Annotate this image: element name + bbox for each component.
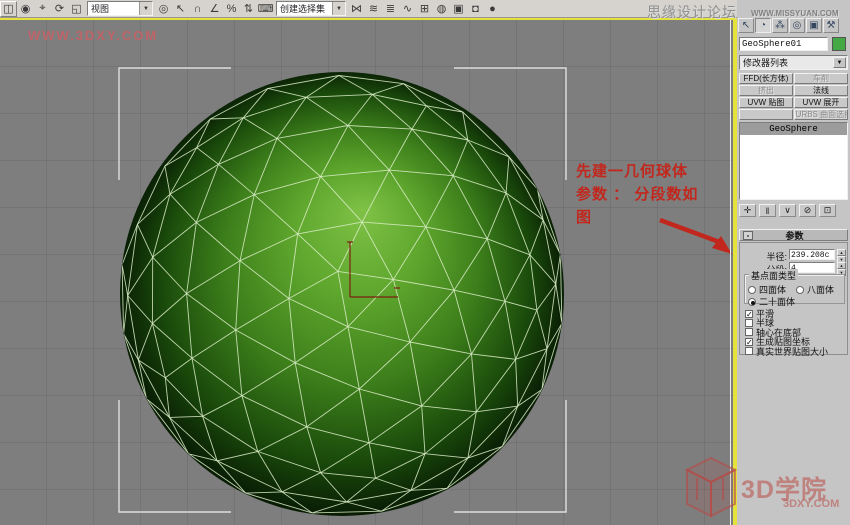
viewport-edge-highlight: [730, 20, 731, 525]
select-and-move-icon[interactable]: ⌖: [34, 1, 51, 17]
mirror-icon[interactable]: ⋈: [348, 1, 365, 17]
angle-snap-icon[interactable]: ∠: [206, 1, 223, 17]
radio-label: 八面体: [807, 285, 835, 295]
base-type-legend: 基点面类型: [749, 269, 799, 282]
select-and-scale-icon[interactable]: ◱: [68, 1, 85, 17]
modifier-list-label: 修改器列表: [743, 58, 789, 68]
schematic-view-icon[interactable]: ⊞: [416, 1, 433, 17]
parameters-rollout-header[interactable]: - 参数: [739, 229, 848, 241]
layer-manager-icon[interactable]: ≣: [382, 1, 399, 17]
object-color-swatch[interactable]: [832, 37, 846, 51]
select-and-manipulate-icon[interactable]: ↖: [172, 1, 189, 17]
stack-item[interactable]: GeoSphere: [740, 123, 847, 135]
select-and-rotate-icon[interactable]: ⟳: [51, 1, 68, 17]
modifier-set-button: NURBS 曲面选择: [794, 109, 848, 120]
object-name-field[interactable]: GeoSphere01: [739, 37, 828, 51]
stack-toolbar: ✛ ‖ ∨ ⊘ ⊡: [739, 203, 848, 218]
modifier-set-button: [739, 109, 793, 120]
snaps-cycle-icon[interactable]: ◉: [17, 1, 34, 17]
make-unique-icon[interactable]: ∨: [779, 204, 796, 217]
reference-coordinate-dropdown[interactable]: 视图 ▼: [87, 1, 153, 16]
spinner-snap-icon[interactable]: ⇅: [240, 1, 257, 17]
spinner-up-icon[interactable]: ▲: [837, 249, 846, 256]
material-editor-icon[interactable]: ◍: [433, 1, 450, 17]
segments-spinner[interactable]: ▲ ▼: [837, 262, 846, 276]
tab-create[interactable]: ↖: [738, 18, 754, 33]
use-pivot-center-icon[interactable]: ◎: [155, 1, 172, 17]
tab-hierarchy[interactable]: ⁂: [772, 18, 788, 33]
annotation-line: 图: [576, 209, 593, 226]
reference-coordinate-value: 视图: [91, 4, 110, 14]
checkbox-label: 真实世界贴图大小: [756, 346, 829, 357]
app-window: ◫ ◉ ⌖ ⟳ ◱ 视图 ▼ ◎ ↖ ∩ ∠% ⇅ ⌨ 创建选择集 ▼ ⋈ ≋ ≣ ∿ ⊞ ◍ ▣ ◘ ● WWW.3DXY.…: [0, 0, 850, 525]
viewport-canvas: [118, 67, 732, 516]
rendered-frame-icon[interactable]: ◘: [467, 1, 484, 17]
annotation-line: 先建一几何球体: [576, 163, 689, 180]
main-toolbar: ◫ ◉ ⌖ ⟳ ◱ 视图 ▼ ◎ ↖ ∩ ∠% ⇅ ⌨ 创建选择集 ▼ ⋈ ≋ ≣ ∿ ⊞ ◍ ▣ ◘ ●: [0, 0, 850, 18]
select-region-icon[interactable]: ◫: [0, 0, 17, 17]
remove-modifier-icon[interactable]: ⊘: [799, 204, 816, 217]
rollout-title: 参数: [785, 230, 804, 241]
chevron-down-icon[interactable]: ▼: [139, 2, 152, 15]
tab-display[interactable]: ▣: [806, 18, 822, 33]
align-icon[interactable]: ≋: [365, 1, 382, 17]
spinner-up-icon[interactable]: ▲: [837, 262, 846, 269]
keyboard-override-icon[interactable]: ⌨: [257, 1, 274, 17]
checkbox-真实世界贴图大小[interactable]: 真实世界贴图大小: [745, 345, 828, 358]
named-selection-set-value: 创建选择集: [280, 4, 326, 14]
tab-modify[interactable]: ◔: [755, 18, 771, 33]
radio-dot[interactable]: [796, 285, 804, 294]
tab-motion[interactable]: ◎: [789, 18, 805, 33]
parameters-rollout-body: 半径: 239.208c ▲▼ 分段: 4 ▲▼ 基点面类型 四面体八面体二十面…: [739, 242, 849, 358]
radio-dot[interactable]: [748, 297, 756, 306]
radius-input[interactable]: 239.208c: [789, 249, 835, 260]
snap-toggle-3d-icon[interactable]: ∩: [189, 1, 206, 17]
viewport-watermark: WWW.3DXY.COM: [28, 28, 159, 43]
modifier-set-button[interactable]: 法线: [794, 85, 848, 96]
annotation-line: 参数 ： 分段数如: [576, 186, 699, 203]
quick-render-icon[interactable]: ●: [484, 1, 501, 17]
modifier-list-dropdown[interactable]: 修改器列表 ▼: [739, 55, 848, 70]
modifier-set-button[interactable]: UVW 贴图: [739, 97, 793, 108]
checkbox-box[interactable]: [745, 347, 753, 356]
chevron-down-icon[interactable]: ▼: [332, 2, 345, 15]
radio-八面体[interactable]: 八面体: [796, 283, 834, 296]
tutorial-annotation: 先建一几何球体 参数 ： 分段数如图: [576, 160, 733, 229]
radio-dot[interactable]: [748, 285, 756, 294]
render-setup-icon[interactable]: ▣: [450, 1, 467, 17]
modifier-set-button[interactable]: FFD(长方体): [739, 73, 793, 84]
pin-stack-icon[interactable]: ✛: [739, 204, 756, 217]
show-end-result-icon[interactable]: ‖: [759, 204, 776, 217]
named-selection-set-dropdown[interactable]: 创建选择集 ▼: [276, 1, 346, 16]
modifier-set-button: 车削: [794, 73, 848, 84]
configure-modifier-sets-icon[interactable]: ⊡: [819, 204, 836, 217]
chevron-down-icon[interactable]: ▼: [833, 57, 846, 68]
percent-snap-icon[interactable]: %: [223, 1, 240, 17]
tab-utilities[interactable]: ⚒: [823, 18, 839, 33]
perspective-viewport[interactable]: WWW.3DXY.COM 先建一几何球体 参数 ： 分段数如图: [0, 20, 733, 525]
modifier-set-button[interactable]: UVW 展开: [794, 97, 848, 108]
command-panel-tabs: ↖ ◔ ⁂ ◎ ▣ ⚒: [738, 18, 849, 34]
modifier-set-button: 挤出: [739, 85, 793, 96]
object-name-row: GeoSphere01: [739, 37, 848, 51]
curve-editor-icon[interactable]: ∿: [399, 1, 416, 17]
modifier-buttons: FFD(长方体)车削挤出法线UVW 贴图UVW 展开NURBS 曲面选择: [739, 73, 848, 120]
modifier-stack[interactable]: GeoSphere: [739, 122, 848, 200]
command-panel: ↖ ◔ ⁂ ◎ ▣ ⚒ GeoSphere01 修改器列表 ▼ FFD(长方体) 车削 挤出法…: [737, 0, 850, 525]
radius-row: 半径: 239.208c ▲ ▼: [740, 249, 849, 263]
collapse-icon[interactable]: -: [743, 230, 753, 240]
radius-spinner[interactable]: ▲ ▼: [837, 249, 846, 263]
